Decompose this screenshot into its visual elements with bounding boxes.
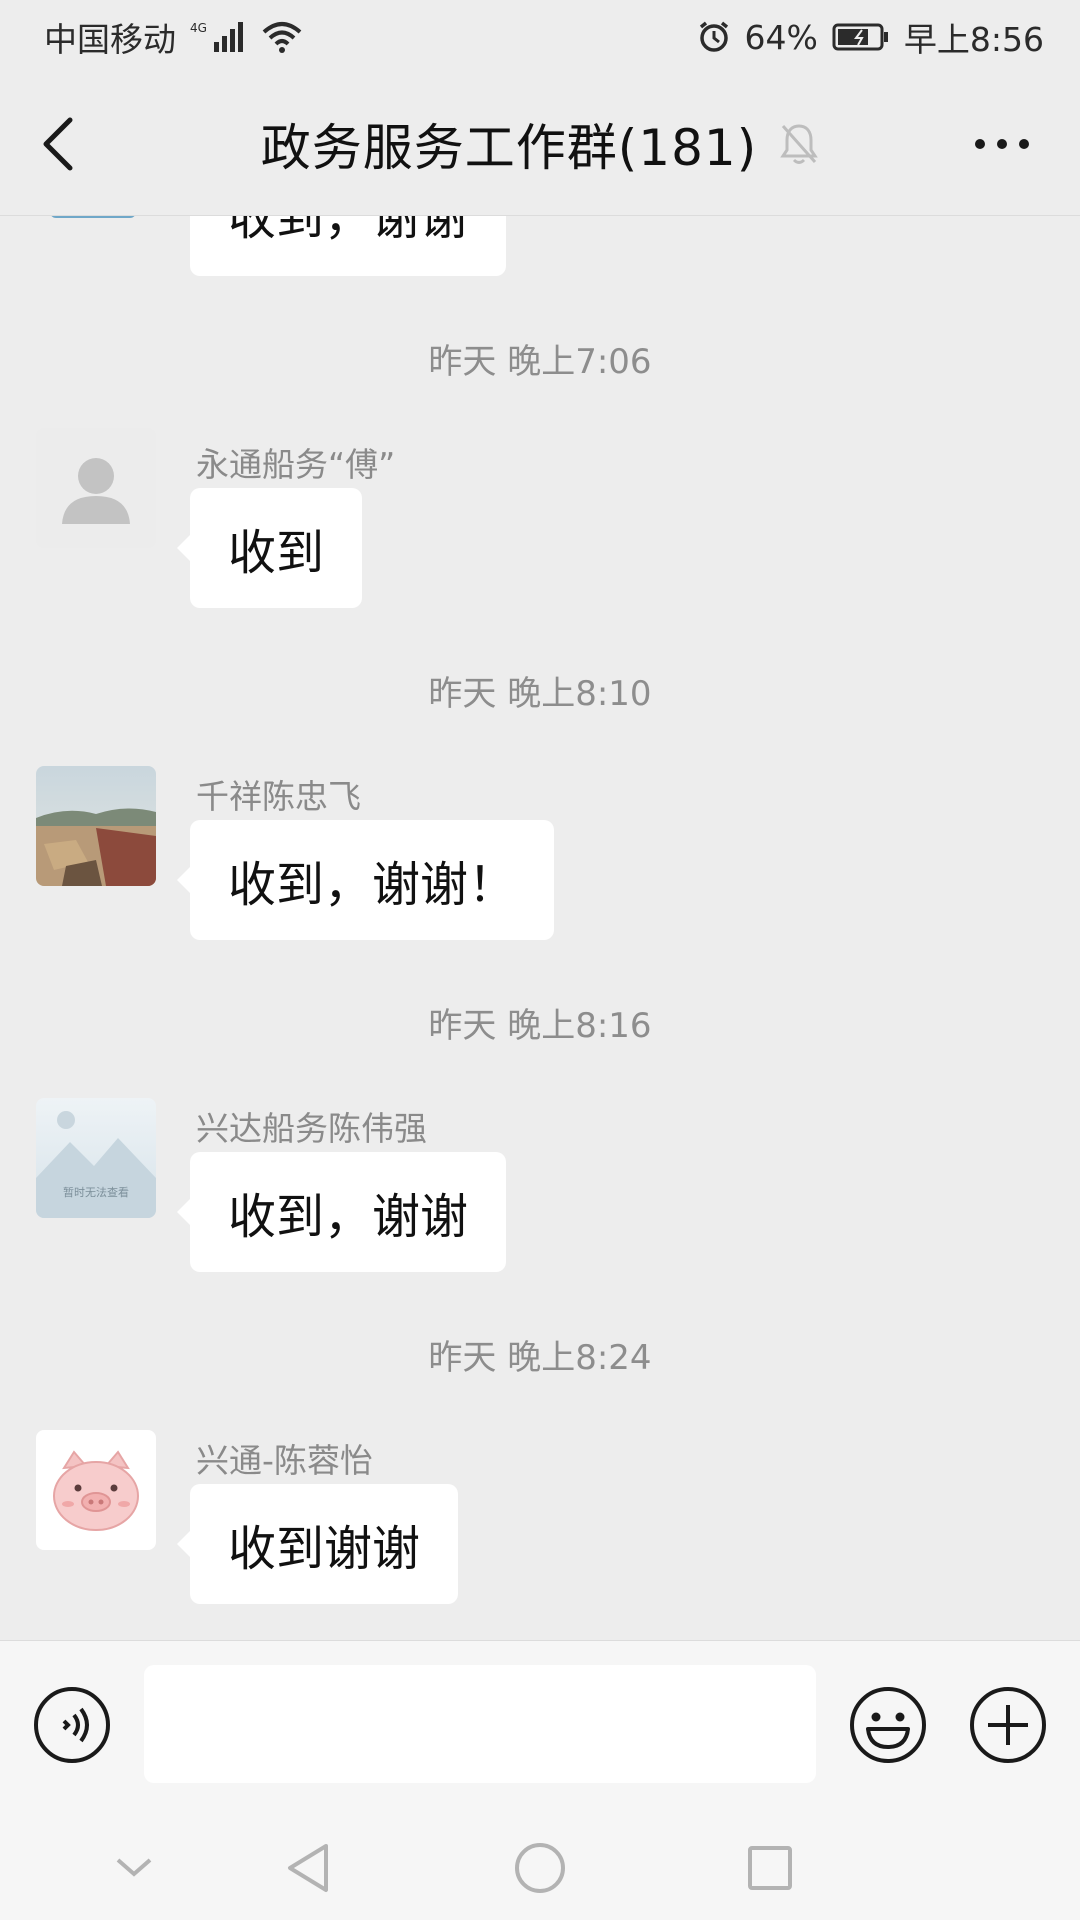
voice-icon [34, 1687, 110, 1763]
title-area: 政务服务工作群(181) [0, 112, 1080, 177]
sender-name: 永通船务“傅” [196, 445, 396, 484]
avatar-caption: 暂时无法查看 [63, 1185, 129, 1199]
message-text: 收到谢谢 [228, 1521, 421, 1577]
message-bubble[interactable]: 收到，谢谢！ [176, 820, 555, 940]
message-bubble[interactable]: 收到谢谢 [176, 1484, 459, 1604]
more-functions-button[interactable] [968, 1685, 1048, 1765]
voice-button[interactable] [32, 1685, 112, 1765]
pig-avatar[interactable] [36, 1430, 156, 1550]
emoji-icon [850, 1687, 926, 1763]
message-text: 收到，谢谢 [228, 216, 469, 246]
status-bar: 中国移动 4G 64% 早上8:56 [0, 0, 1080, 74]
system-nav-bar [0, 1810, 1080, 1920]
input-bar [0, 1640, 1080, 1810]
message-text: 收到，谢谢 [228, 1189, 469, 1245]
page-title: 政务服务工作群(181) [260, 119, 758, 177]
battery-percent: 64% [744, 17, 818, 57]
recents-square-icon [748, 1846, 792, 1890]
back-nav-button[interactable] [284, 1840, 332, 1896]
back-triangle-icon [288, 1844, 328, 1892]
default-person-avatar[interactable] [36, 428, 156, 548]
message-bubble[interactable]: 收到，谢谢 [190, 216, 507, 276]
message-input[interactable] [144, 1665, 816, 1783]
battery-icon [832, 22, 890, 52]
message-bubble[interactable]: 收到 [176, 488, 363, 608]
clock-time: 早上8:56 [903, 20, 1044, 59]
more-horizontal-icon [975, 139, 1029, 149]
chat-header: 政务服务工作群(181) [0, 74, 1080, 216]
emoji-button[interactable] [848, 1685, 928, 1765]
network-label: 4G [190, 21, 207, 35]
message-timestamp: 昨天 晚上8:24 [428, 1338, 652, 1378]
image-unavailable-avatar[interactable]: 暂时无法查看 [36, 1098, 156, 1218]
signal-icon: 4G [190, 20, 248, 54]
alarm-icon [697, 20, 731, 54]
collapse-button[interactable] [112, 1840, 156, 1896]
message-text: 收到，谢谢！ [228, 857, 517, 913]
message-bubble[interactable]: 收到，谢谢 [176, 1152, 507, 1272]
status-left: 中国移动 4G [44, 13, 302, 61]
message-timestamp: 昨天 晚上8:16 [428, 1006, 652, 1046]
sender-name: 兴达船务陈伟强 [196, 1109, 427, 1148]
avatar[interactable] [50, 216, 136, 218]
recents-button[interactable] [746, 1840, 794, 1896]
plus-circle-icon [970, 1687, 1046, 1763]
chat-message-list[interactable]: 收到，谢谢 昨天 晚上7:06 永通船务“傅” 收到 昨天 晚上8:10 千祥陈… [0, 216, 1080, 1640]
sender-name: 兴通-陈蓉怡 [196, 1441, 373, 1480]
message-timestamp: 昨天 晚上7:06 [428, 342, 652, 382]
message-timestamp: 昨天 晚上8:10 [428, 674, 652, 714]
wifi-icon [262, 20, 302, 54]
more-button[interactable] [972, 130, 1032, 158]
bell-off-icon [780, 124, 819, 164]
photo-avatar[interactable] [36, 766, 156, 886]
sender-name: 千祥陈忠飞 [196, 777, 361, 816]
home-button[interactable] [512, 1840, 568, 1896]
home-circle-icon [515, 1843, 565, 1893]
collapse-icon [116, 1858, 152, 1877]
carrier-label: 中国移动 [44, 20, 176, 59]
message-text: 收到 [228, 525, 325, 581]
status-right: 64% 早上8:56 [697, 13, 1044, 61]
